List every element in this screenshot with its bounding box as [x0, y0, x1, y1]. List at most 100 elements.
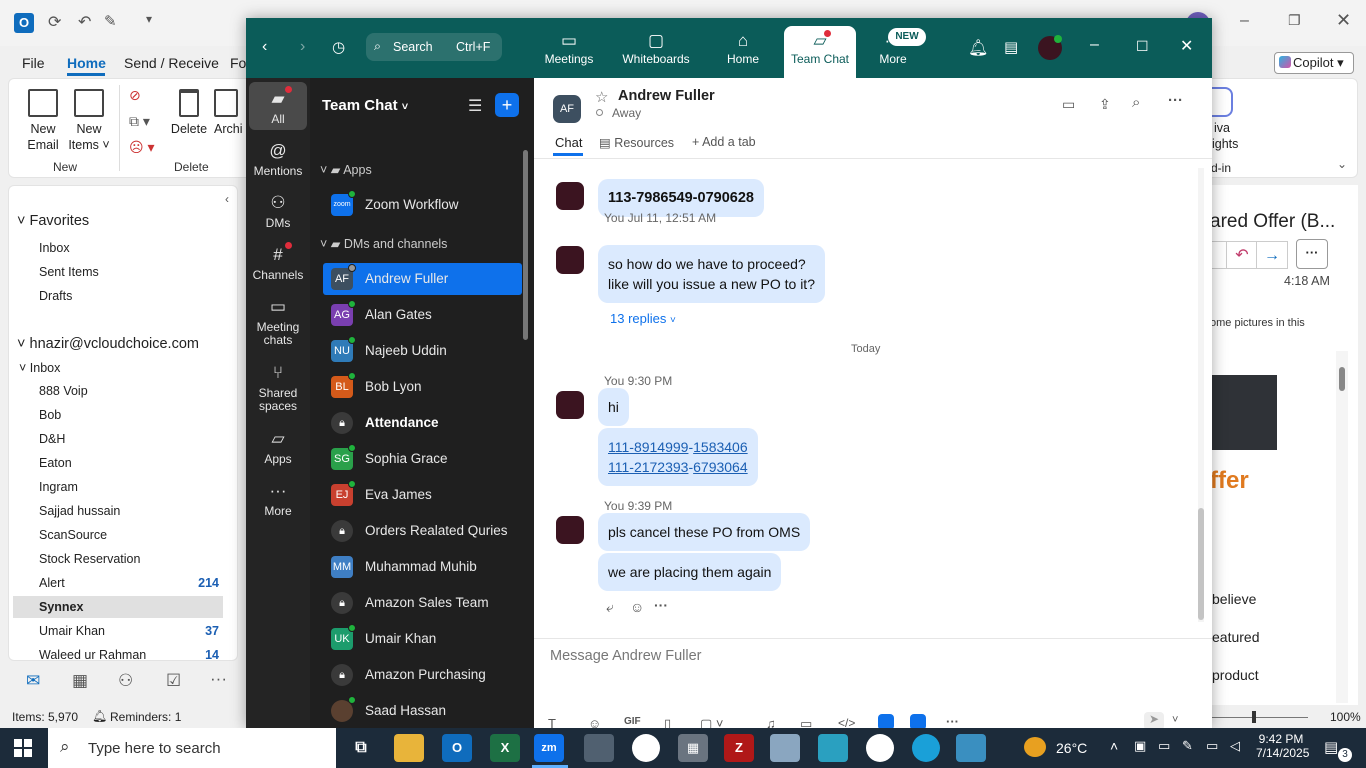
folder-item[interactable]: D&H	[39, 432, 65, 446]
microphone-icon[interactable]: ♫	[766, 716, 776, 728]
reading-scrollbar[interactable]	[1336, 351, 1348, 703]
display-icon[interactable]: ▭	[1206, 738, 1218, 754]
weather-icon[interactable]	[1024, 737, 1046, 757]
sync-icon[interactable]: ⟳	[48, 12, 61, 32]
contact-row[interactable]: MM Muhammad Muhib	[323, 551, 522, 583]
share-screen-icon[interactable]: ⇪	[1099, 96, 1111, 113]
order-link[interactable]: 111-2172393	[608, 459, 688, 475]
message-bubble[interactable]: we are placing them again	[598, 553, 782, 591]
tab-home[interactable]: ⌂ Home	[706, 26, 780, 78]
menu-home[interactable]: Home	[67, 55, 106, 71]
video-call-icon[interactable]: ▭	[1062, 96, 1075, 113]
ignore-icon[interactable]: ⊘	[129, 87, 141, 104]
forward-icon[interactable]: →	[1256, 241, 1288, 269]
maximize-icon[interactable]: ☐	[1136, 38, 1149, 55]
account-header[interactable]: ˅ hnazir@vcloudchoice.com	[17, 336, 199, 352]
tab-whiteboards[interactable]: ▢ Whiteboards	[616, 26, 696, 78]
video-message-icon[interactable]: ▭	[800, 716, 812, 728]
menu-send-receive[interactable]: Send / Receive	[124, 55, 219, 71]
message-bubble[interactable]: 111-8914999-1583406 111-2172393-6793064	[598, 428, 758, 486]
contact-row[interactable]: 🔒︎ Amazon Purchasing	[323, 659, 522, 691]
outlook-taskbar-icon[interactable]: O	[442, 734, 472, 762]
folder-item[interactable]: ScanSource	[39, 528, 107, 542]
code-block-icon[interactable]: </>	[838, 716, 855, 728]
folder-item[interactable]: Stock Reservation	[39, 552, 140, 566]
search-box[interactable]: ⌕ Search Ctrl+F	[366, 33, 502, 61]
folder-item[interactable]: Bob	[39, 408, 61, 422]
folder-item[interactable]: Eaton	[39, 456, 72, 470]
collapse-pane-icon[interactable]: ‹	[225, 192, 229, 206]
maximize-icon[interactable]: ❐	[1288, 12, 1301, 29]
order-link[interactable]: 1583406	[693, 439, 748, 455]
favorite-inbox[interactable]: Inbox	[39, 241, 70, 255]
send-options-icon[interactable]: ˅	[1172, 714, 1178, 726]
network-icon[interactable]: ▭	[1158, 738, 1170, 754]
tab-resources[interactable]: ▤ Resources	[599, 135, 674, 150]
rail-channels[interactable]: # Channels	[249, 242, 307, 282]
inbox-folder[interactable]: ˅ Inbox	[19, 361, 60, 375]
tray-icon[interactable]: ▣	[1134, 738, 1146, 754]
taskbar-search[interactable]: ⌕ Type here to search	[48, 728, 336, 768]
contact-row[interactable]: BL Bob Lyon	[323, 371, 522, 403]
rail-mentions[interactable]: @ Mentions	[249, 140, 307, 178]
apps-section-header[interactable]: ˅ ▰ Apps	[320, 162, 372, 177]
dms-section-header[interactable]: ˅ ▰ DMs and channels	[320, 236, 447, 251]
favorites-header[interactable]: ˅ Favorites	[17, 213, 89, 229]
filter-icon[interactable]: ☰	[468, 96, 482, 116]
chrome-icon[interactable]	[866, 734, 894, 762]
new-items-button[interactable]: New Items ˅	[67, 89, 111, 153]
weather-temp[interactable]: 26°C	[1056, 740, 1087, 756]
calculator-icon[interactable]: ▦	[678, 734, 708, 762]
order-link[interactable]: 6793064	[693, 459, 748, 475]
zoom-slider-thumb[interactable]	[1252, 711, 1256, 723]
folder-item[interactable]: Synnex	[39, 600, 83, 614]
folder-item[interactable]: Waleed ur Rahman	[39, 648, 146, 660]
message-bubble[interactable]: pls cancel these PO from OMS	[598, 513, 811, 551]
close-icon[interactable]: ✕	[1336, 10, 1351, 31]
notification-center-icon[interactable]: ▤	[1324, 738, 1338, 756]
ribbon-expand-icon[interactable]: ⌄	[1337, 157, 1347, 171]
star-icon[interactable]: ☆	[595, 88, 608, 106]
delete-button[interactable]: Delete	[169, 89, 209, 137]
contact-row[interactable]: SG Sophia Grace	[323, 443, 522, 475]
composer-more-icon[interactable]: ···	[946, 714, 959, 728]
folder-item[interactable]: Sajjad hussain	[39, 504, 120, 518]
zoom-workflow-row[interactable]: zoom Zoom Workflow	[323, 189, 522, 221]
message-bubble[interactable]: hi	[598, 388, 629, 426]
contact-row[interactable]: 🔒︎ Attendance	[323, 407, 522, 439]
chat-scroll-thumb[interactable]	[1198, 508, 1204, 620]
back-icon[interactable]: ‹	[262, 38, 267, 56]
minimize-icon[interactable]: –	[1240, 12, 1249, 30]
app-icon[interactable]	[584, 734, 614, 762]
contact-name[interactable]: Andrew Fuller	[618, 88, 715, 104]
mail-icon[interactable]: ✉	[26, 671, 40, 691]
clock[interactable]: 9:42 PM 7/14/2025	[1256, 732, 1309, 760]
folder-item[interactable]: Alert	[39, 576, 65, 590]
file-explorer-icon[interactable]	[394, 734, 424, 762]
screenshot-icon[interactable]: ▢ ˅	[700, 716, 724, 728]
emoji-icon[interactable]: ☺	[588, 716, 601, 728]
search-chat-icon[interactable]: ⌕	[1132, 94, 1140, 111]
app-icon[interactable]	[770, 734, 800, 762]
rail-apps[interactable]: ▱ Apps	[249, 428, 307, 466]
reply-all-icon[interactable]: ↶	[1226, 241, 1258, 269]
contact-avatar[interactable]: AF	[553, 95, 581, 123]
menu-file[interactable]: File	[22, 55, 45, 71]
message-bubble[interactable]: so how do we have to proceed? like will y…	[598, 245, 825, 303]
message-composer[interactable]: Message Andrew Fuller	[550, 648, 1150, 672]
contact-row[interactable]: UK Umair Khan	[323, 623, 522, 655]
contact-row[interactable]: 🔒︎ Orders Realated Quries	[323, 515, 522, 547]
excel-icon[interactable]: X	[490, 734, 520, 762]
tasks-icon[interactable]: ☑	[166, 671, 181, 691]
history-icon[interactable]: ◷	[332, 38, 345, 56]
calendar-icon[interactable]: ▤	[1004, 38, 1018, 56]
rail-dms[interactable]: ⚇ DMs	[249, 192, 307, 230]
app-icon[interactable]	[818, 734, 848, 762]
contact-row[interactable]: AF Andrew Fuller	[323, 263, 522, 295]
start-icon[interactable]	[14, 739, 32, 757]
user-avatar[interactable]	[1038, 35, 1062, 60]
calendar-icon[interactable]: ▦	[72, 671, 88, 691]
chat-scrollbar[interactable]	[1198, 168, 1204, 622]
volume-icon[interactable]: ◁	[1230, 738, 1240, 754]
undo-icon[interactable]: ↶	[78, 12, 91, 32]
